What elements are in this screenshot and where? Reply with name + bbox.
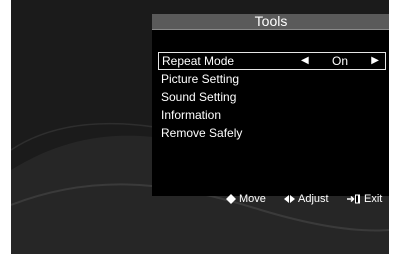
menu-footer: Move Adjust Exit: [152, 190, 389, 208]
menu-item-label: Sound Setting: [161, 90, 237, 104]
menu-item-repeat-mode[interactable]: Repeat Mode ◀ On ▶: [158, 52, 386, 70]
repeat-mode-value-control[interactable]: ◀ On ▶: [301, 53, 379, 69]
menu-item-sound-setting[interactable]: Sound Setting: [158, 88, 386, 106]
exit-door-icon: [347, 194, 361, 204]
menu-item-label: Picture Setting: [161, 72, 240, 86]
tv-screen: Tools Repeat Mode ◀ On ▶ Picture Setting…: [11, 0, 389, 254]
move-hint: Move: [226, 190, 266, 208]
left-arrow-icon[interactable]: ◀: [301, 53, 309, 69]
exit-label: Exit: [364, 193, 383, 205]
tools-menu-list: Repeat Mode ◀ On ▶ Picture Setting Sound…: [158, 52, 386, 142]
tools-menu-panel: Tools Repeat Mode ◀ On ▶ Picture Setting…: [152, 14, 389, 205]
menu-item-label: Repeat Mode: [162, 54, 235, 68]
menu-title: Tools: [152, 14, 389, 30]
adjust-label: Adjust: [298, 193, 329, 205]
menu-item-label: Remove Safely: [161, 126, 243, 140]
up-down-icon: [226, 194, 236, 204]
adjust-hint: Adjust: [284, 190, 329, 208]
left-right-icon: [284, 195, 295, 203]
menu-item-label: Information: [161, 108, 222, 122]
repeat-mode-value: On: [331, 54, 348, 68]
menu-item-remove-safely[interactable]: Remove Safely: [158, 124, 386, 142]
move-label: Move: [239, 193, 266, 205]
menu-item-information[interactable]: Information: [158, 106, 386, 124]
exit-hint[interactable]: Exit: [347, 190, 382, 208]
menu-item-picture-setting[interactable]: Picture Setting: [158, 70, 386, 88]
right-arrow-icon[interactable]: ▶: [371, 53, 379, 69]
